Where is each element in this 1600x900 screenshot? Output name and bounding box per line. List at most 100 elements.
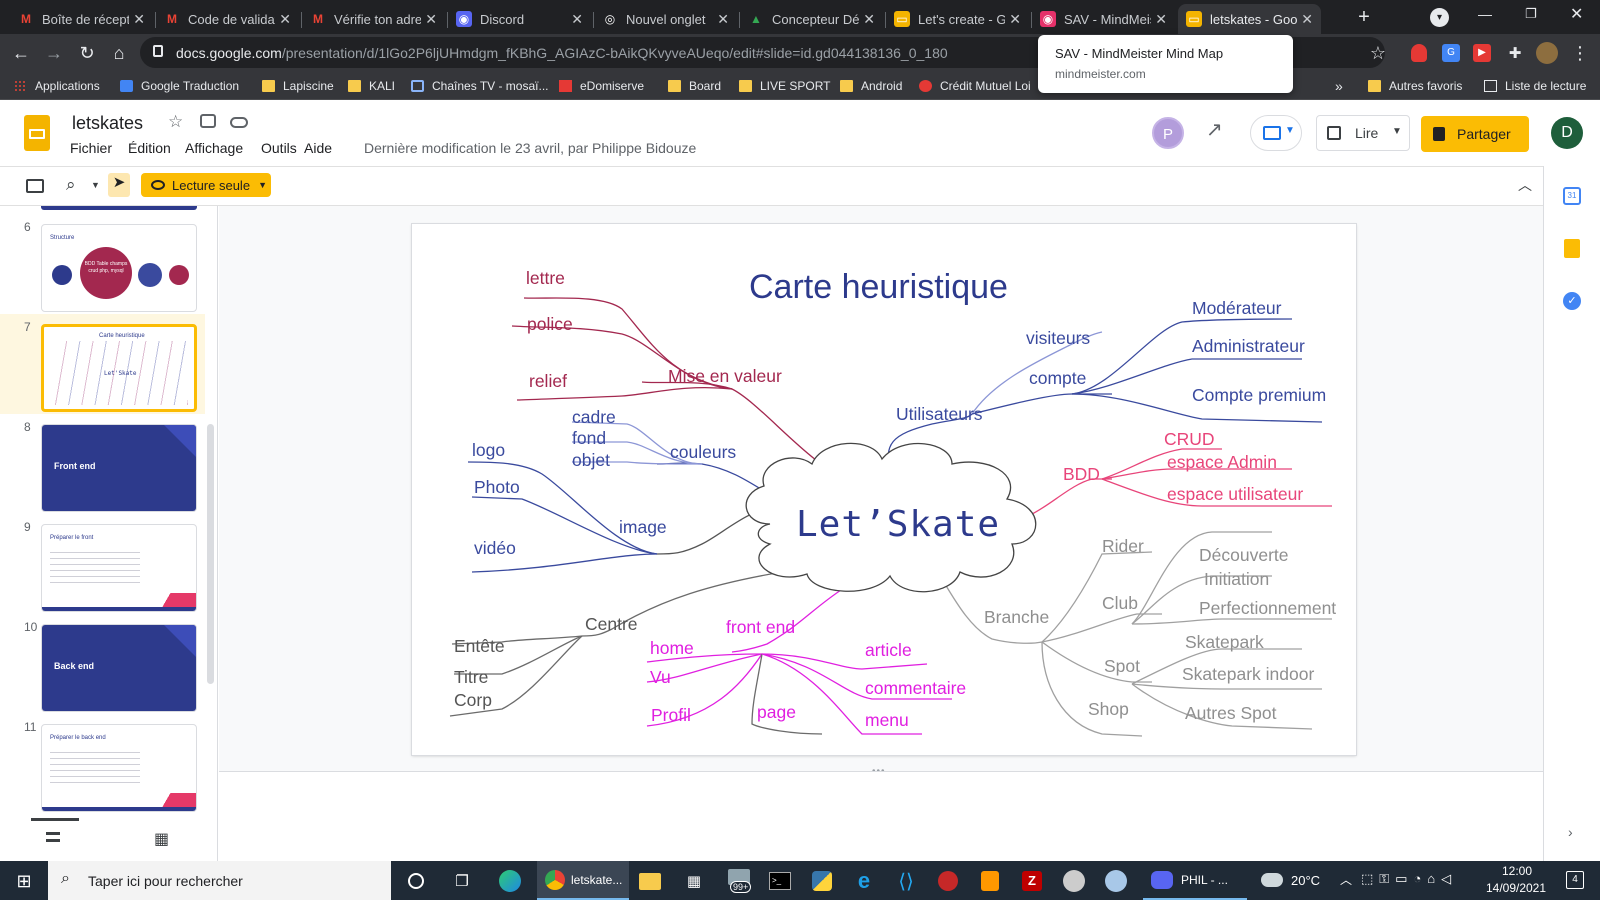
previous-slide-edge[interactable]	[41, 206, 197, 210]
browser-tab[interactable]: ◉ Discord ✕	[448, 4, 591, 34]
menu-item[interactable]: Affichage	[185, 140, 261, 160]
bookmark-item[interactable]: Crédit Mutuel Loi	[919, 77, 1031, 95]
speaker-notes-area[interactable]	[219, 771, 1543, 861]
menu-item[interactable]: Édition	[128, 140, 185, 160]
close-tab-icon[interactable]: ✕	[863, 11, 875, 28]
browser-tab[interactable]: ▲ Concepteur Dév ✕	[740, 4, 883, 34]
edge-icon[interactable]	[496, 867, 524, 895]
activity-trend-icon[interactable]: ↗	[1206, 117, 1223, 142]
slide-thumbnail[interactable]: Front end	[41, 424, 197, 512]
back-icon[interactable]: ←	[9, 41, 33, 65]
share-button[interactable]: Partager	[1421, 116, 1529, 152]
extension-play-icon[interactable]: ▶	[1473, 44, 1491, 62]
browser-tab[interactable]: M Boîte de récepti ✕	[10, 4, 153, 34]
terminal-icon[interactable]: >_	[766, 867, 794, 895]
tasks-icon[interactable]: ✓	[1563, 292, 1581, 310]
clock-time[interactable]: 12:00	[1497, 864, 1537, 878]
bookmark-item[interactable]: Google Traduction	[120, 77, 239, 95]
reload-icon[interactable]: ↻	[75, 41, 99, 65]
browser-tab[interactable]: M Vérifie ton adre ✕	[302, 4, 445, 34]
star-icon[interactable]: ☆	[168, 112, 183, 132]
windows-start-icon[interactable]: ⊞	[10, 867, 38, 895]
browser-tab[interactable]: ▭ letskates - Goog ✕	[1178, 4, 1321, 34]
extensions-puzzle-icon[interactable]: ✚	[1503, 41, 1527, 65]
bookmark-item[interactable]: Chaînes TV - mosaï...	[411, 77, 549, 95]
document-title[interactable]: letskates	[72, 113, 143, 134]
reading-list[interactable]: Liste de lecture	[1484, 77, 1586, 95]
notification-icon[interactable]: 4	[1566, 871, 1584, 889]
file-explorer-icon[interactable]	[636, 867, 664, 895]
bookmark-item[interactable]: Android	[840, 77, 902, 95]
taskbar-chrome-button[interactable]: letskate...	[537, 861, 629, 900]
close-tab-icon[interactable]: ✕	[1301, 11, 1313, 28]
zoom-chevron-icon[interactable]: ▼	[91, 180, 100, 190]
ie-icon[interactable]: e	[850, 867, 878, 895]
close-tab-icon[interactable]: ✕	[1155, 11, 1167, 28]
slides-logo-icon[interactable]	[24, 115, 50, 151]
list-view-icon[interactable]	[46, 832, 60, 842]
avatar-p[interactable]: P	[1152, 117, 1184, 149]
present-mode-button[interactable]: ▼	[1250, 115, 1302, 151]
browser-tab[interactable]: ◉ SAV - MindMeis ✕	[1032, 4, 1175, 34]
close-tab-icon[interactable]: ✕	[133, 11, 145, 28]
grid-view-icon[interactable]: ▦	[154, 829, 169, 849]
tab-search-icon[interactable]: ▾	[1430, 8, 1449, 27]
task-view-icon[interactable]: ❐	[448, 867, 476, 895]
account-avatar[interactable]: D	[1551, 117, 1583, 149]
bookmark-item[interactable]: eDomiserve	[559, 77, 644, 95]
tray-chevron-icon[interactable]: ︿	[1340, 871, 1352, 888]
mail-badge-icon[interactable]: 99+	[724, 867, 754, 895]
cloud-status-icon[interactable]	[230, 117, 248, 128]
filmstrip-scrollbar[interactable]	[207, 424, 214, 684]
slide-thumbnail[interactable]: Back end	[41, 624, 197, 712]
translate-extension-icon[interactable]: G	[1442, 44, 1460, 62]
calendar-icon[interactable]: 31	[1563, 187, 1581, 205]
bookmark-item[interactable]: KALI	[348, 77, 395, 95]
window-restore-icon[interactable]: ❐	[1525, 6, 1537, 22]
print-icon[interactable]	[26, 179, 44, 193]
weather-icon[interactable]	[1261, 873, 1283, 887]
extension-red-icon[interactable]	[1411, 44, 1427, 62]
store-icon[interactable]: ▦	[680, 867, 708, 895]
select-pointer-icon[interactable]: ➤	[108, 173, 130, 197]
vscode-icon[interactable]: ⟨⟩	[892, 867, 920, 895]
close-tab-icon[interactable]: ✕	[1009, 11, 1021, 28]
profile-avatar-icon[interactable]	[1536, 42, 1558, 64]
taskbar-search-input[interactable]: ⌕ Taper ici pour rechercher	[48, 861, 391, 900]
weather-temp[interactable]: 20°C	[1291, 873, 1320, 888]
bookmarks-more-button[interactable]: »	[1335, 77, 1343, 95]
close-tab-icon[interactable]: ✕	[571, 11, 583, 28]
menu-item[interactable]: Outils	[261, 140, 304, 160]
slide-thumbnail[interactable]: Préparer le front	[41, 524, 197, 612]
window-minimize-icon[interactable]: —	[1478, 6, 1492, 22]
close-tab-icon[interactable]: ✕	[279, 11, 291, 28]
zoom-icon[interactable]: ⌕	[66, 175, 76, 195]
lock-icon[interactable]	[153, 45, 163, 57]
window-close-icon[interactable]: ✕	[1570, 4, 1583, 24]
close-tab-icon[interactable]: ✕	[717, 11, 729, 28]
python-icon[interactable]	[808, 867, 836, 895]
home-icon[interactable]: ⌂	[107, 41, 131, 65]
bookmark-item[interactable]: LIVE SPORT	[739, 77, 830, 95]
slide-thumbnail[interactable]: Structure BDD Table champs crud php, mys…	[41, 224, 197, 312]
filezilla-icon[interactable]: Z	[1018, 867, 1046, 895]
collapse-toolbar-icon[interactable]: ︿	[1518, 175, 1532, 195]
move-to-drive-icon[interactable]	[200, 114, 216, 128]
menu-item[interactable]: Aide	[304, 140, 344, 160]
other-bookmarks[interactable]: Autres favoris	[1368, 77, 1462, 95]
bookmark-star-icon[interactable]: ☆	[1366, 41, 1390, 65]
slide-thumbnail[interactable]: Carte heuristique Let'Skate	[41, 324, 197, 412]
keep-icon[interactable]	[1564, 239, 1580, 258]
taskbar-discord-button[interactable]: PHIL - ...	[1143, 861, 1247, 900]
browser-tab[interactable]: ▭ Let's create - Go ✕	[886, 4, 1029, 34]
expand-panel-chevron-icon[interactable]: ›	[1568, 824, 1573, 840]
browser-tab[interactable]: ◎ Nouvel onglet ✕	[594, 4, 737, 34]
github-icon[interactable]	[1060, 867, 1088, 895]
forward-icon[interactable]: →	[42, 41, 66, 65]
github-desktop-icon[interactable]	[1102, 867, 1130, 895]
close-tab-icon[interactable]: ✕	[425, 11, 437, 28]
cortana-icon[interactable]	[402, 867, 430, 895]
kali-icon[interactable]	[934, 867, 962, 895]
readonly-button[interactable]: Lecture seule ▼	[141, 173, 271, 197]
browser-tab[interactable]: M Code de validati ✕	[156, 4, 299, 34]
